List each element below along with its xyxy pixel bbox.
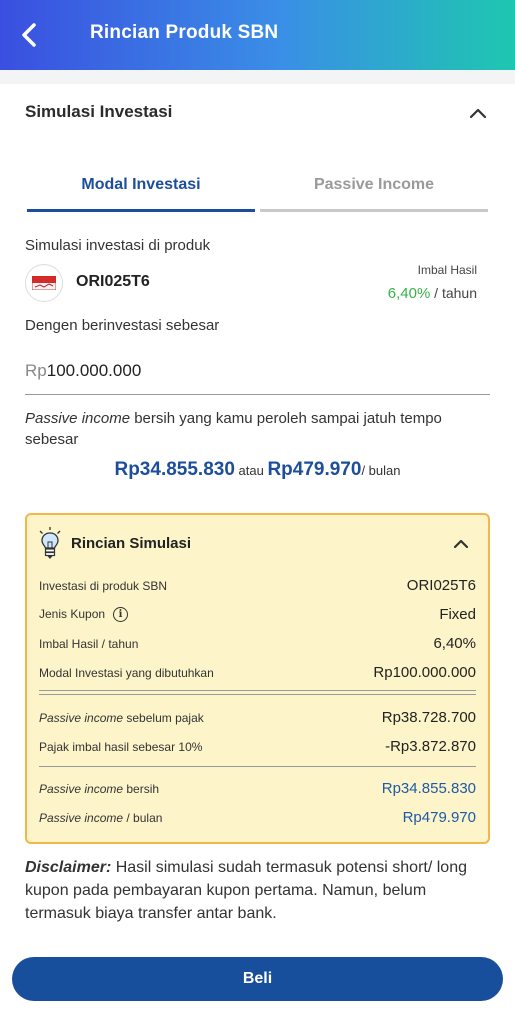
disclaimer-label: Disclaimer: <box>25 859 112 876</box>
currency-prefix: Rp <box>25 360 47 380</box>
product-name: ORI025T6 <box>76 273 150 290</box>
chevron-up-icon <box>453 539 469 548</box>
flag-logo-icon <box>32 276 56 290</box>
row-label: Jenis Kupon <box>39 606 106 621</box>
detail-row-imbal-hasil: Imbal Hasil / tahun 6,40% <box>39 635 476 652</box>
row-value: -Rp3.872.870 <box>385 738 476 755</box>
detail-row-per-bulan: Passive income / bulan Rp479.970 <box>39 809 476 826</box>
investment-amount-input[interactable]: Rp 100.000.000 <box>25 347 490 395</box>
divider <box>39 694 476 695</box>
divider <box>39 766 476 767</box>
row-label: Imbal Hasil / tahun <box>39 636 139 651</box>
imbal-hasil-rate: 6,40% <box>387 285 431 302</box>
passive-income-italic: Passive income <box>25 410 131 427</box>
detail-row-produk: Investasi di produk SBN ORI025T6 <box>39 577 476 594</box>
row-label-italic: Passive income <box>39 810 124 825</box>
detail-row-pajak: Pajak imbal hasil sebesar 10% -Rp3.872.8… <box>39 738 476 755</box>
row-label: bersih <box>123 781 160 796</box>
imbal-hasil-label: Imbal Hasil <box>417 263 477 277</box>
result-monthly: Rp479.970 <box>267 459 362 480</box>
product-logo <box>25 264 63 302</box>
imbal-hasil-unit: / tahun <box>430 285 477 301</box>
rincian-title: Rincian Simulasi <box>71 535 192 552</box>
chevron-left-icon <box>22 23 36 47</box>
row-label-italic: Passive income <box>39 781 124 796</box>
row-label: / bulan <box>123 810 163 825</box>
chevron-up-icon <box>469 108 487 119</box>
row-label: sebelum pajak <box>123 710 204 725</box>
buy-button[interactable]: Beli <box>12 957 503 1001</box>
row-value: Fixed <box>439 606 476 623</box>
disclaimer: Disclaimer: Hasil simulasi sudah termasu… <box>25 856 495 925</box>
row-label: Investasi di produk SBN <box>39 578 168 593</box>
tab-passive-income[interactable]: Passive Income <box>260 160 488 212</box>
amount-value: 100.000.000 <box>46 360 142 380</box>
investment-label: Dengen berinvestasi sebesar <box>25 317 220 334</box>
tab-modal-investasi[interactable]: Modal Investasi <box>27 160 255 212</box>
result-or: atau <box>234 463 268 478</box>
row-value: 6,40% <box>433 635 476 652</box>
section-title: Simulasi Investasi <box>25 102 173 121</box>
row-value: Rp38.728.700 <box>381 709 476 726</box>
header-spacer <box>0 70 515 84</box>
simulation-tabs: Modal Investasi Passive Income <box>27 160 488 212</box>
section-collapse-button[interactable] <box>466 102 490 124</box>
app-header: Rincian Produk SBN <box>0 0 515 70</box>
detail-row-bersih: Passive income bersih Rp34.855.830 <box>39 780 476 797</box>
row-label: Pajak imbal hasil sebesar 10% <box>39 739 203 754</box>
page-title: Rincian Produk SBN <box>90 22 279 43</box>
result-unit: / bulan <box>361 463 401 478</box>
row-value: Rp100.000.000 <box>373 664 476 681</box>
divider <box>39 690 476 691</box>
rincian-simulasi-card: Rincian Simulasi Investasi di produk SBN… <box>25 513 490 844</box>
rincian-collapse-button[interactable] <box>450 533 472 553</box>
lightbulb-icon <box>39 527 61 559</box>
passive-income-description: Passive income bersih yang kamu peroleh … <box>25 408 490 450</box>
row-label: Modal Investasi yang dibutuhkan <box>39 665 214 680</box>
row-value: Rp479.970 <box>402 809 476 826</box>
info-icon[interactable]: i <box>113 607 129 623</box>
back-button[interactable] <box>14 18 44 52</box>
row-value: Rp34.855.830 <box>381 780 476 797</box>
detail-row-modal: Modal Investasi yang dibutuhkan Rp100.00… <box>39 664 476 681</box>
result-total: Rp34.855.830 <box>114 459 235 480</box>
product-label: Simulasi investasi di produk <box>25 237 211 254</box>
imbal-hasil-value: 6,40% / tahun <box>388 285 477 302</box>
result-summary: Rp34.855.830 atau Rp479.970/ bulan <box>0 459 515 481</box>
detail-row-jenis-kupon: Jenis Kupon i Fixed <box>39 606 476 623</box>
detail-row-sebelum-pajak: Passive income sebelum pajak Rp38.728.70… <box>39 709 476 726</box>
row-value: ORI025T6 <box>406 577 476 594</box>
row-label-italic: Passive income <box>39 710 124 725</box>
